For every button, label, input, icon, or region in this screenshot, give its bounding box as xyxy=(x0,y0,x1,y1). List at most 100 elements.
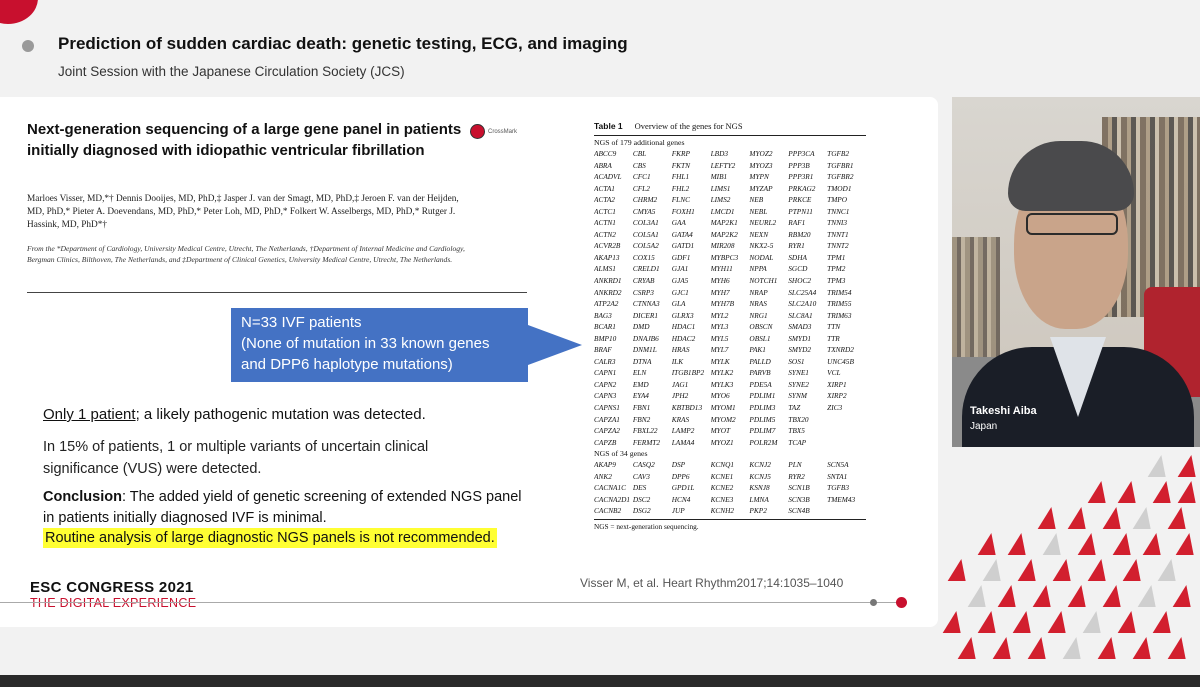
gene-cell: COL5A2 xyxy=(632,241,659,251)
mosaic-triangle xyxy=(1172,585,1196,607)
gene-cell: KCNJ2 xyxy=(749,460,771,470)
gene-cell: MYOM1 xyxy=(710,403,736,413)
mosaic-triangle xyxy=(1077,533,1101,555)
mosaic-triangle xyxy=(1132,637,1156,659)
header-bullet-icon xyxy=(22,40,34,52)
gene-cell: PARVB xyxy=(749,368,771,378)
gene-cell: MYPN xyxy=(749,172,769,182)
gene-cell: MYH11 xyxy=(710,264,733,274)
gene-cell: TRIM55 xyxy=(827,299,852,309)
gene-cell: TPM2 xyxy=(827,264,846,274)
mosaic-triangle xyxy=(1097,637,1121,659)
presentation-slide: Next-generation sequencing of a large ge… xyxy=(0,97,938,627)
mosaic-triangle xyxy=(1102,585,1126,607)
gene-cell: MYH7 xyxy=(710,287,730,297)
gene-cell: VCL xyxy=(827,368,841,378)
gene-cell: GLA xyxy=(671,299,686,309)
gene-cell: JUP xyxy=(671,506,685,516)
mosaic-triangle xyxy=(1177,481,1200,503)
gene-cell: TRIM63 xyxy=(827,310,852,320)
gene-cell: TNNI3 xyxy=(827,218,848,228)
mosaic-triangle xyxy=(1132,507,1156,529)
gene-cell: SYNE1 xyxy=(788,368,809,378)
gene-cell: TGFB3 xyxy=(827,483,850,493)
slide-progress-bar[interactable] xyxy=(0,594,938,612)
gene-cell: TAZ xyxy=(788,403,801,413)
gene-cell: FHL1 xyxy=(671,172,690,182)
mosaic-triangle xyxy=(1157,559,1181,581)
gene-cell xyxy=(827,505,866,517)
session-subtitle: Joint Session with the Japanese Circulat… xyxy=(58,64,405,79)
gene-cell: TNNT1 xyxy=(827,229,849,239)
gene-cell: TPM1 xyxy=(827,252,846,262)
gene-cell: ABRA xyxy=(594,160,612,170)
gene-cell: ACTN1 xyxy=(594,218,616,228)
gene-cell: TNNC1 xyxy=(827,206,850,216)
callout-arrow-icon xyxy=(528,325,582,365)
finding-single-patient: Only 1 patient; a likely pathogenic muta… xyxy=(43,406,426,423)
speaker-name: Takeshi Aiba xyxy=(970,405,1037,417)
gene-cell: CALR3 xyxy=(594,356,616,366)
gene-cell: COX15 xyxy=(632,252,655,262)
table-rule xyxy=(594,135,866,136)
gene-cell: TGFBR2 xyxy=(827,172,854,182)
mosaic-triangle xyxy=(1147,455,1171,477)
gene-cell: CRYAB xyxy=(632,276,655,286)
gene-cell: CAV3 xyxy=(632,471,650,481)
recommendation-highlight: Routine analysis of large diagnostic NGS… xyxy=(43,528,497,548)
gene-cell: AKAP9 xyxy=(594,460,616,470)
mosaic-triangle xyxy=(1152,611,1176,633)
gene-grid-179: ABCC9 CBL FKRP LBD3 MYOZ2 PPP3CA TGFB2 ABRA CBS F… xyxy=(594,148,866,448)
gene-cell: FKRP xyxy=(671,149,690,158)
gene-cell: TBX5 xyxy=(788,426,805,436)
gene-cell: SMYD1 xyxy=(788,333,811,343)
gene-cell: ACTA2 xyxy=(594,195,615,205)
gene-cell: CASQ2 xyxy=(632,460,655,470)
gene-cell: DSP xyxy=(671,460,686,470)
gene-cell: PAK1 xyxy=(749,345,766,355)
gene-cell: PRKAG2 xyxy=(788,183,816,193)
gene-cell: LAMP2 xyxy=(671,426,695,436)
gene-cell: COL5A1 xyxy=(632,229,659,239)
gene-cell: ITGB1BP2 xyxy=(671,368,705,378)
gene-cell: PALLD xyxy=(749,356,771,366)
gene-cell: ANKRD1 xyxy=(594,276,622,286)
gene-cell: PPP3R1 xyxy=(788,172,814,182)
gene-cell: MYOT xyxy=(710,426,731,436)
mosaic-triangle xyxy=(942,611,966,633)
gene-cell: PPP3B xyxy=(788,160,810,170)
progress-marker[interactable] xyxy=(870,599,877,606)
gene-cell: RBM20 xyxy=(788,229,811,239)
gene-cell: CAPN1 xyxy=(594,368,617,378)
gene-cell: LBD3 xyxy=(710,149,728,158)
mosaic-triangle xyxy=(1167,507,1191,529)
gene-cell: LIMS1 xyxy=(710,183,731,193)
gene-cell: LMNA xyxy=(749,494,769,504)
mosaic-triangle xyxy=(1007,533,1031,555)
paper-authors: Marloes Visser, MD,*† Dennis Dooijes, MD… xyxy=(27,194,459,230)
gene-cell xyxy=(827,437,866,449)
gene-cell: CAPNS1 xyxy=(594,403,620,413)
mosaic-triangle xyxy=(1167,637,1191,659)
mosaic-triangle xyxy=(1067,585,1091,607)
gene-cell: KRAS xyxy=(671,414,690,424)
gene-cell: CFC1 xyxy=(632,172,651,182)
gene-cell: KCNQ1 xyxy=(710,460,735,470)
gene-cell: CACNB2 xyxy=(594,506,622,516)
mosaic-triangle xyxy=(1112,533,1136,555)
gene-cell: MYLK2 xyxy=(710,368,734,378)
gene-cell: JAG1 xyxy=(671,379,689,389)
divider xyxy=(27,292,527,293)
gene-cell: PDLIM5 xyxy=(749,414,776,424)
paper-affiliations: From the *Department of Cardiology, Univ… xyxy=(27,244,465,264)
mosaic-triangle xyxy=(1137,585,1161,607)
speaker-country: Japan xyxy=(970,421,998,432)
decorative-triangle-mosaic xyxy=(940,455,1200,665)
callout-line-1: N=33 IVF patients xyxy=(241,314,362,331)
gene-cell: GJC1 xyxy=(671,287,689,297)
gene-cell: ATP2A2 xyxy=(594,299,619,309)
gene-cell: GJA1 xyxy=(671,264,689,274)
gene-cell: NEXN xyxy=(749,229,769,239)
gene-cell: MYOZ3 xyxy=(749,160,773,170)
mosaic-triangle xyxy=(1067,507,1091,529)
